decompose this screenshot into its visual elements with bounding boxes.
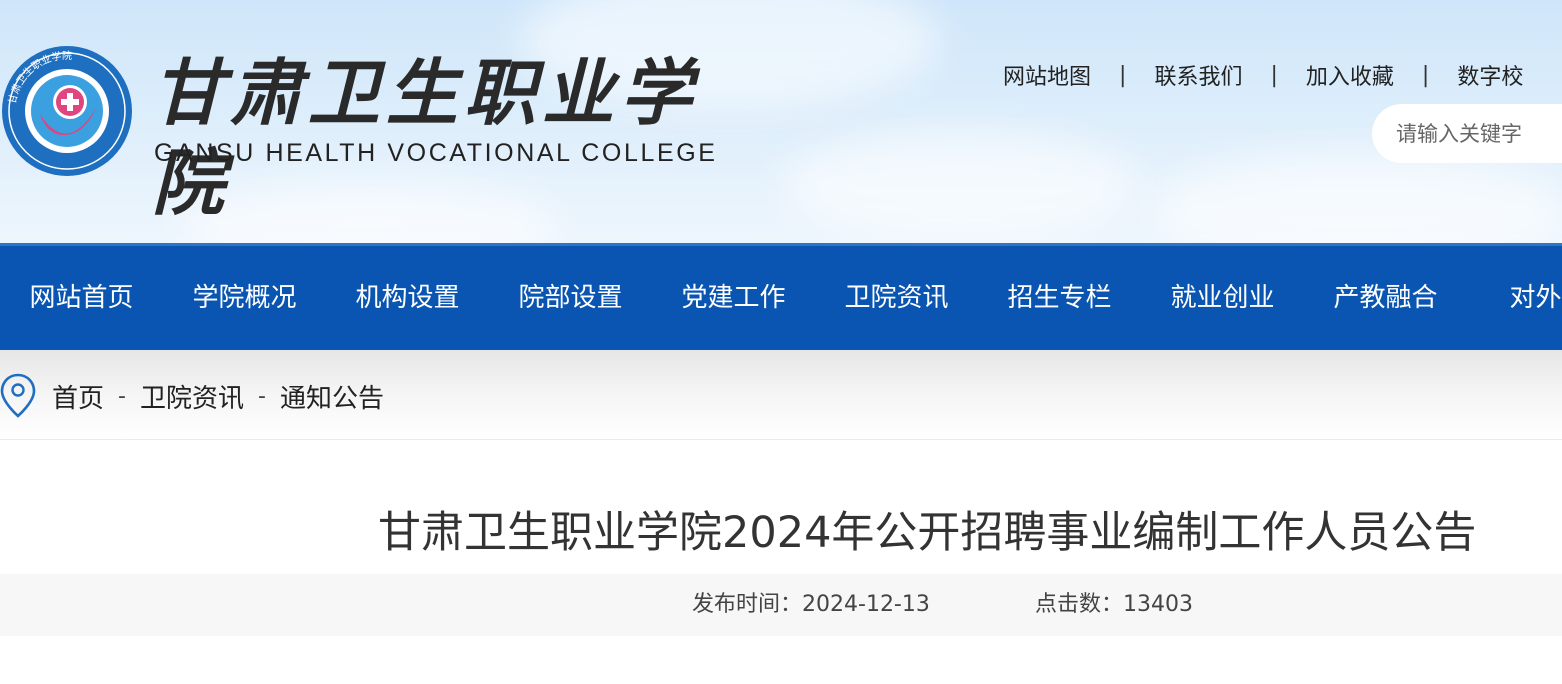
publish-time-label: 发布时间： bbox=[692, 592, 803, 617]
top-link-separator: | bbox=[1270, 62, 1278, 88]
map-pin-icon bbox=[0, 373, 36, 418]
breadcrumb-separator: - bbox=[118, 383, 126, 409]
breadcrumb-separator: - bbox=[257, 383, 266, 409]
breadcrumb-news[interactable]: 卫院资讯 bbox=[140, 378, 244, 415]
publish-time-value: 2024-12-13 bbox=[802, 592, 930, 617]
click-count: 点击数：13403 bbox=[1035, 574, 1193, 636]
site-logo[interactable]: 甘肃卫生职业学院 甘肃卫生职业学院 GANSU HEALTH VOCATIONA… bbox=[0, 40, 760, 225]
college-name-en: GANSU HEALTH VOCATIONAL COLLEGE bbox=[154, 139, 718, 167]
breadcrumb-home[interactable]: 首页 bbox=[52, 378, 104, 415]
top-link-separator: | bbox=[1119, 62, 1127, 88]
nav-item-employment[interactable]: 就业创业 bbox=[1141, 246, 1304, 350]
top-link-contact[interactable]: 联系我们 bbox=[1154, 59, 1242, 91]
nav-item-admissions[interactable]: 招生专栏 bbox=[978, 246, 1141, 350]
nav-item-news[interactable]: 卫院资讯 bbox=[815, 246, 978, 350]
search-input[interactable] bbox=[1396, 104, 1562, 163]
cloud-decoration bbox=[780, 130, 1140, 240]
top-link-digital-campus[interactable]: 数字校 bbox=[1457, 59, 1523, 91]
click-count-label: 点击数： bbox=[1035, 592, 1124, 617]
click-count-value: 13403 bbox=[1123, 592, 1194, 617]
nav-item-external[interactable]: 对外交 bbox=[1467, 246, 1562, 350]
nav-item-party-building[interactable]: 党建工作 bbox=[652, 246, 815, 350]
site-header: 甘肃卫生职业学院 甘肃卫生职业学院 GANSU HEALTH VOCATIONA… bbox=[0, 0, 1562, 243]
breadcrumb: 首页 - 卫院资讯 - 通知公告 bbox=[52, 378, 384, 414]
article-meta: 发布时间：2024-12-13 点击数：13403 bbox=[0, 574, 1562, 636]
top-link-bookmark[interactable]: 加入收藏 bbox=[1306, 59, 1394, 91]
nav-item-home[interactable]: 网站首页 bbox=[0, 246, 163, 350]
top-link-separator: | bbox=[1421, 62, 1430, 88]
search-box bbox=[1372, 104, 1562, 163]
article-title: 甘肃卫生职业学院2024年公开招聘事业编制工作人员公告 bbox=[378, 508, 1477, 558]
nav-item-organization[interactable]: 机构设置 bbox=[326, 246, 489, 350]
publish-time: 发布时间：2024-12-13 bbox=[692, 574, 930, 636]
breadcrumb-bar: 首页 - 卫院资讯 - 通知公告 bbox=[0, 350, 1562, 440]
breadcrumb-notices[interactable]: 通知公告 bbox=[280, 378, 384, 415]
cloud-decoration bbox=[1150, 150, 1562, 243]
nav-item-industry-education[interactable]: 产教融合 bbox=[1304, 246, 1467, 350]
college-emblem-icon: 甘肃卫生职业学院 bbox=[2, 46, 132, 176]
nav-item-departments[interactable]: 院部设置 bbox=[489, 246, 652, 350]
nav-item-overview[interactable]: 学院概况 bbox=[163, 246, 326, 350]
main-nav: 网站首页 学院概况 机构设置 院部设置 党建工作 卫院资讯 招生专栏 就业创业 … bbox=[0, 243, 1562, 350]
top-link-sitemap[interactable]: 网站地图 bbox=[1003, 59, 1091, 91]
top-links: 网站地图 | 联系我们 | 加入收藏 | 数字校 bbox=[1003, 58, 1523, 92]
